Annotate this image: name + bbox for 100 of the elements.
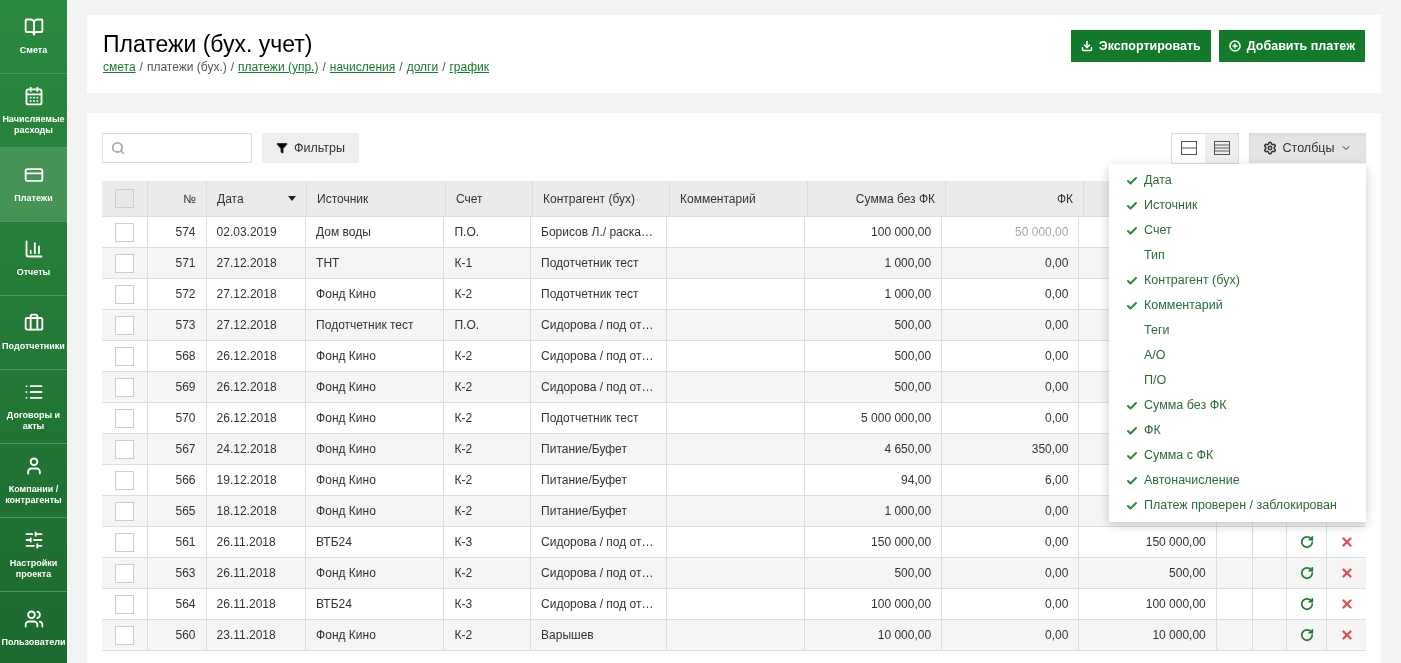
column-header[interactable]: № — [148, 181, 207, 216]
breadcrumb-link[interactable]: долги — [406, 58, 439, 76]
row-checkbox[interactable] — [114, 470, 134, 490]
table-cell-text: 150 000,00 — [871, 534, 932, 551]
row-checkbox[interactable] — [114, 408, 134, 428]
breadcrumb-link[interactable]: смета — [103, 58, 136, 76]
columns-button[interactable]: Столбцы — [1249, 133, 1366, 163]
table-cell-text: 0,00 — [1045, 410, 1069, 427]
columns-menu-item[interactable]: П/О — [1109, 368, 1366, 393]
row-checkbox[interactable] — [114, 625, 134, 645]
check-icon — [1126, 199, 1138, 212]
column-header[interactable]: Источник — [307, 181, 446, 216]
refresh-icon[interactable] — [1299, 597, 1314, 611]
column-header[interactable]: Комментарий — [670, 181, 808, 216]
row-checkbox[interactable] — [114, 563, 134, 583]
search-field[interactable] — [102, 133, 252, 163]
table-cell-text: 571 — [175, 255, 196, 272]
row-checkbox[interactable] — [114, 284, 134, 304]
table-cell-text: Сидорова / под от… — [541, 379, 654, 396]
breadcrumb-link[interactable]: платежи (упр.) — [238, 58, 319, 76]
table-cell-text: 572 — [175, 286, 196, 303]
breadcrumb-separator: / — [229, 59, 236, 76]
row-checkbox[interactable] — [114, 222, 134, 242]
row-checkbox[interactable] — [114, 346, 134, 366]
columns-menu-item[interactable]: Комментарий — [1109, 293, 1366, 318]
columns-menu-item[interactable]: ФК — [1109, 418, 1366, 443]
column-header[interactable]: Дата — [207, 181, 307, 216]
breadcrumb-link[interactable]: начисления — [329, 58, 396, 76]
row-checkbox[interactable] — [114, 501, 134, 521]
sidebar-item[interactable]: Договоры и акты — [0, 370, 67, 444]
columns-menu-item[interactable]: Платеж проверен / заблокирован — [1109, 493, 1366, 518]
header-button[interactable]: Экспортировать — [1070, 30, 1211, 62]
table-cell-text: К-2 — [454, 472, 473, 489]
table-cell-text: 150 000,00 — [1145, 534, 1206, 551]
table-cell-text: 0,00 — [1045, 565, 1069, 582]
columns-menu-item[interactable]: Автоначисление — [1109, 468, 1366, 493]
delete-icon[interactable] — [1339, 566, 1354, 580]
table-cell-text: Сидорова / под от… — [541, 348, 654, 365]
refresh-icon[interactable] — [1299, 535, 1314, 549]
sidebar-item[interactable]: Смета — [0, 0, 67, 74]
columns-menu-item[interactable]: Источник — [1109, 193, 1366, 218]
sidebar-item[interactable]: Подотчетники — [0, 296, 67, 370]
sidebar-item[interactable]: Платежи — [0, 148, 67, 222]
columns-menu-item[interactable]: Контрагент (бух) — [1109, 268, 1366, 293]
column-header[interactable]: Сумма без ФК — [808, 181, 946, 216]
breadcrumb-link[interactable]: график — [449, 58, 490, 76]
sidebar-item[interactable]: Пользователи — [0, 592, 67, 663]
refresh-icon[interactable] — [1299, 566, 1314, 580]
table-cell-text: К-2 — [454, 410, 473, 427]
sidebar-item[interactable]: Начисляемые расходы — [0, 74, 67, 148]
row-checkbox[interactable] — [114, 439, 134, 459]
table-cell-text: 26.12.2018 — [216, 348, 277, 365]
table-cell-text: Фонд Кино — [316, 565, 376, 582]
table-cell-text: 5 000 000,00 — [861, 410, 932, 427]
columns-menu-item[interactable]: Дата — [1109, 168, 1366, 193]
delete-icon[interactable] — [1339, 628, 1354, 642]
check-icon — [1126, 274, 1138, 287]
view-toggle[interactable] — [1205, 133, 1238, 163]
column-header[interactable]: Контрагент (бух) — [533, 181, 670, 216]
select-all-checkbox[interactable] — [115, 189, 134, 208]
header-button[interactable]: Добавить платеж — [1218, 30, 1365, 62]
bar-chart-icon — [23, 239, 44, 259]
row-checkbox[interactable] — [114, 532, 134, 552]
row-checkbox[interactable] — [114, 315, 134, 335]
table-cell-text: 6,00 — [1045, 472, 1069, 489]
check-icon — [1126, 224, 1138, 237]
table-cell-text: 100 000,00 — [871, 224, 932, 241]
sidebar-item[interactable]: Отчеты — [0, 222, 67, 296]
delete-icon[interactable] — [1339, 535, 1354, 549]
check-icon — [1126, 474, 1138, 487]
table-cell-text: К-2 — [454, 286, 473, 303]
delete-icon[interactable] — [1339, 597, 1354, 611]
table-cell-text: 1 000,00 — [884, 255, 932, 272]
column-header[interactable]: ФК — [946, 181, 1084, 216]
columns-menu-item[interactable]: Сумма без ФК — [1109, 393, 1366, 418]
table-cell-text: Дом воды — [316, 224, 371, 241]
table-cell-text: 0,00 — [1045, 317, 1069, 334]
columns-menu-item[interactable]: А/О — [1109, 343, 1366, 368]
filter-icon — [276, 142, 288, 154]
sidebar-item[interactable]: Компании / контрагенты — [0, 444, 67, 518]
row-checkbox[interactable] — [114, 377, 134, 397]
row-checkbox[interactable] — [114, 253, 134, 273]
columns-menu-item[interactable]: Теги — [1109, 318, 1366, 343]
columns-menu-item[interactable]: Сумма с ФК — [1109, 443, 1366, 468]
check-icon — [1126, 499, 1138, 512]
columns-menu-item[interactable]: Счет — [1109, 218, 1366, 243]
table-cell-text: 560 — [175, 627, 196, 644]
card-icon — [23, 165, 44, 185]
table-cell-text: 500,00 — [894, 565, 932, 582]
columns-menu-item[interactable]: Тип — [1109, 243, 1366, 268]
refresh-icon[interactable] — [1299, 628, 1314, 642]
table-cell-text: Сидорова / под от… — [541, 534, 654, 551]
table-cell-text: 574 — [175, 224, 196, 241]
filters-button[interactable]: Фильтры — [262, 133, 359, 163]
table-cell-text: Питание/Буфет — [541, 472, 627, 489]
table-cell-text: 567 — [175, 441, 196, 458]
row-checkbox[interactable] — [114, 594, 134, 614]
sidebar-item[interactable]: Настройки проекта — [0, 518, 67, 592]
table-cell-text: 10 000,00 — [1152, 627, 1206, 644]
column-header[interactable]: Счет — [446, 181, 533, 216]
